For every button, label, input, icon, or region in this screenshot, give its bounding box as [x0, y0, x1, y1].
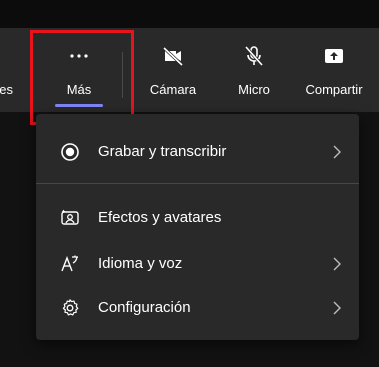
menu-item-label: Efectos y avatares: [98, 209, 222, 226]
language-icon: [61, 255, 78, 272]
camera-button[interactable]: Cámara: [140, 28, 206, 112]
menu-item-effects[interactable]: Efectos y avatares: [36, 198, 359, 238]
highlight-box: [30, 30, 134, 125]
effects-icon: [61, 209, 79, 225]
record-icon: [61, 143, 79, 161]
gear-icon: [62, 299, 79, 316]
camera-button-label: Cámara: [149, 82, 197, 97]
menu-item-language[interactable]: Idioma y voz: [36, 244, 359, 284]
menu-divider: [36, 183, 359, 184]
more-menu: Grabar y transcribir Efectos y avatares …: [36, 114, 359, 340]
menu-item-settings[interactable]: Configuración: [36, 288, 359, 328]
menu-item-label: Grabar y transcribir: [98, 143, 227, 160]
mic-button[interactable]: Micro: [224, 28, 284, 112]
menu-item-label: Configuración: [98, 299, 191, 316]
menu-item-record[interactable]: Grabar y transcribir: [36, 132, 359, 172]
chevron-right-icon: [333, 257, 341, 271]
chevron-right-icon: [333, 301, 341, 315]
window-top-strip: [0, 0, 379, 28]
mic-button-label: Micro: [238, 82, 270, 97]
chevron-right-icon: [333, 145, 341, 159]
truncated-toolbar-label[interactable]: nes: [0, 82, 13, 97]
share-button-label: Compartir: [305, 82, 363, 97]
share-button[interactable]: Compartir: [296, 28, 372, 112]
mic-off-icon: [244, 46, 264, 66]
menu-item-label: Idioma y voz: [98, 255, 183, 272]
share-screen-icon: [325, 49, 343, 63]
camera-off-icon: [162, 46, 184, 67]
